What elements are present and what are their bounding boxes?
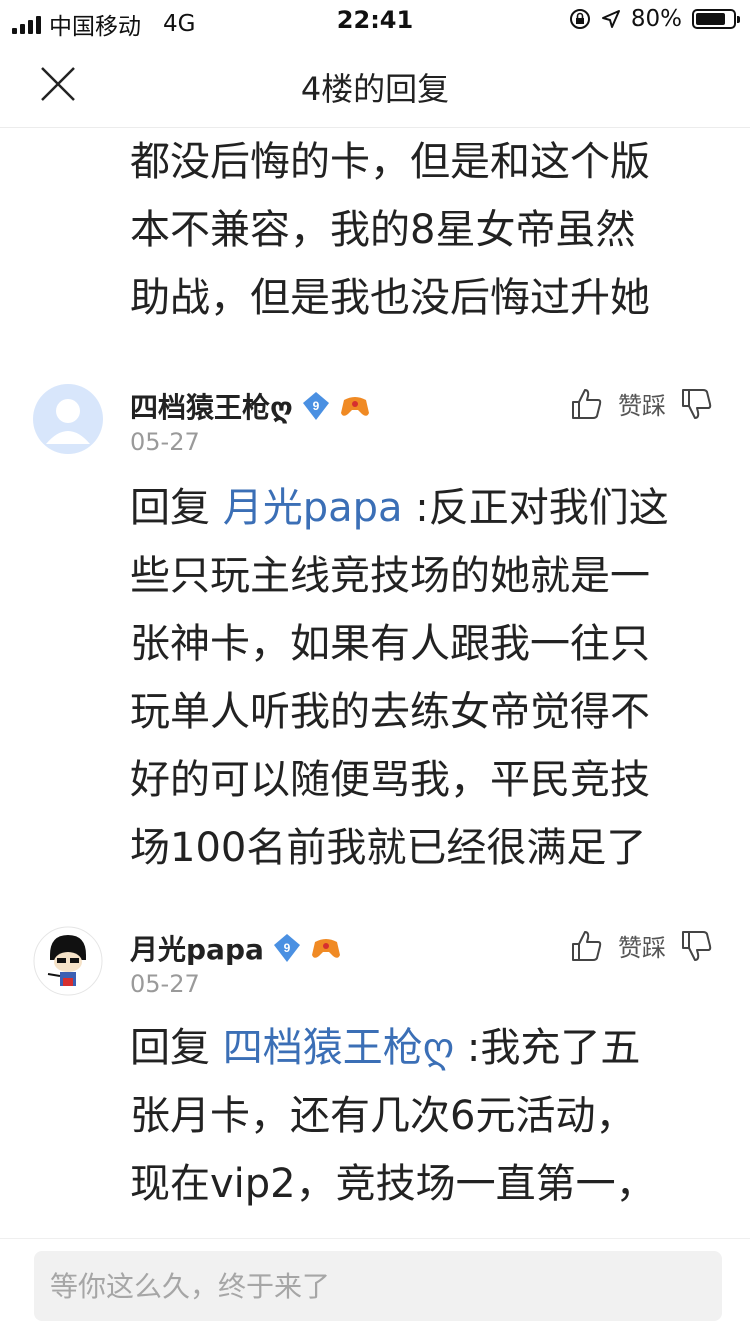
username-text: 四档猿王枪ღ bbox=[130, 391, 293, 424]
comment-bar bbox=[0, 1238, 750, 1334]
username-text: 月光papa bbox=[130, 933, 264, 966]
location-icon bbox=[601, 10, 620, 28]
reply-content-line: 好的可以随便骂我，平民竞技 bbox=[130, 757, 650, 803]
reply-content-line: 张神卡，如果有人跟我一往只 bbox=[130, 621, 650, 667]
battery-fill bbox=[696, 13, 725, 25]
comment-input[interactable] bbox=[34, 1251, 722, 1321]
mention-link[interactable]: 四档猿王枪ღ bbox=[223, 1025, 454, 1071]
status-right: 80% bbox=[569, 6, 740, 32]
vote-label: 赞踩 bbox=[618, 392, 666, 420]
game-controller-icon bbox=[311, 939, 340, 958]
reply-content-line: 张月卡，还有几次6元活动， bbox=[130, 1093, 636, 1139]
thumbs-up-icon[interactable] bbox=[570, 387, 604, 421]
floor-content: 都没后悔的卡，但是和这个版 本不兼容，我的8星女帝虽然 助战，但是我也没后悔过升… bbox=[130, 128, 700, 332]
vote-label: 赞踩 bbox=[618, 934, 666, 962]
username[interactable]: 四档猿王枪ღ 9 bbox=[130, 386, 371, 426]
reply-content: 回复 四档猿王枪ღ :我充了五 张月卡，还有几次6元活动， 现在vip2，竞技场… bbox=[130, 1014, 700, 1218]
level-badge-text: 9 bbox=[312, 399, 319, 413]
floor-content-line: 本不兼容，我的8星女帝虽然 bbox=[130, 207, 636, 253]
floor-content-line: 都没后悔的卡，但是和这个版 bbox=[130, 139, 650, 185]
vote-group: 赞踩 bbox=[570, 386, 714, 421]
thumbs-down-icon[interactable] bbox=[680, 929, 714, 963]
reply-text: :反正对我们这 bbox=[402, 485, 669, 531]
reply-header: 四档猿王枪ღ 9 05-27 赞踩 bbox=[0, 384, 750, 474]
level-badge-icon: 9 bbox=[273, 934, 300, 962]
reply-text: :我充了五 bbox=[454, 1025, 641, 1071]
avatar[interactable] bbox=[33, 384, 103, 454]
cartoon-avatar-icon bbox=[33, 926, 103, 996]
reply-date: 05-27 bbox=[130, 970, 200, 998]
mention-link[interactable]: 月光papa bbox=[223, 485, 403, 531]
reply-content-line: 场100名前我就已经很满足了 bbox=[130, 825, 647, 871]
battery-percent: 80% bbox=[630, 6, 682, 32]
reply-content-line: 回复 四档猿王枪ღ :我充了五 bbox=[130, 1014, 700, 1082]
level-badge-text: 9 bbox=[284, 941, 291, 955]
reply-content-line: 些只玩主线竞技场的她就是一 bbox=[130, 553, 650, 599]
reply-content: 回复 月光papa :反正对我们这 些只玩主线竞技场的她就是一 张神卡，如果有人… bbox=[130, 474, 700, 882]
nav-bar: 4楼的回复 bbox=[0, 40, 750, 128]
reply-list[interactable]: 都没后悔的卡，但是和这个版 本不兼容，我的8星女帝虽然 助战，但是我也没后悔过升… bbox=[0, 128, 750, 1238]
game-controller-icon bbox=[340, 397, 369, 416]
level-badge-icon: 9 bbox=[302, 392, 329, 420]
floor-content-line: 助战，但是我也没后悔过升她 bbox=[130, 275, 650, 321]
reply-header: 月光papa 9 05-27 赞踩 bbox=[0, 926, 750, 1016]
reply-content-line: 玩单人听我的去练女帝觉得不 bbox=[130, 689, 650, 735]
page-title: 4楼的回复 bbox=[300, 70, 450, 108]
vote-group: 赞踩 bbox=[570, 928, 714, 963]
battery-icon bbox=[692, 9, 740, 29]
reply-date: 05-27 bbox=[130, 428, 200, 456]
thumbs-down-icon[interactable] bbox=[680, 387, 714, 421]
thumbs-up-icon[interactable] bbox=[570, 929, 604, 963]
status-bar: 中国移动 4G 22:41 80% bbox=[0, 0, 750, 40]
avatar[interactable] bbox=[33, 926, 103, 996]
reply-content-line: 现在vip2，竞技场一直第一， bbox=[130, 1161, 656, 1207]
username[interactable]: 月光papa 9 bbox=[130, 928, 342, 968]
reply-prefix: 回复 bbox=[130, 1025, 223, 1071]
default-avatar-icon bbox=[33, 384, 103, 454]
reply-content-line: 回复 月光papa :反正对我们这 bbox=[130, 474, 700, 542]
orientation-lock-icon bbox=[569, 9, 590, 29]
reply-prefix: 回复 bbox=[130, 485, 223, 531]
